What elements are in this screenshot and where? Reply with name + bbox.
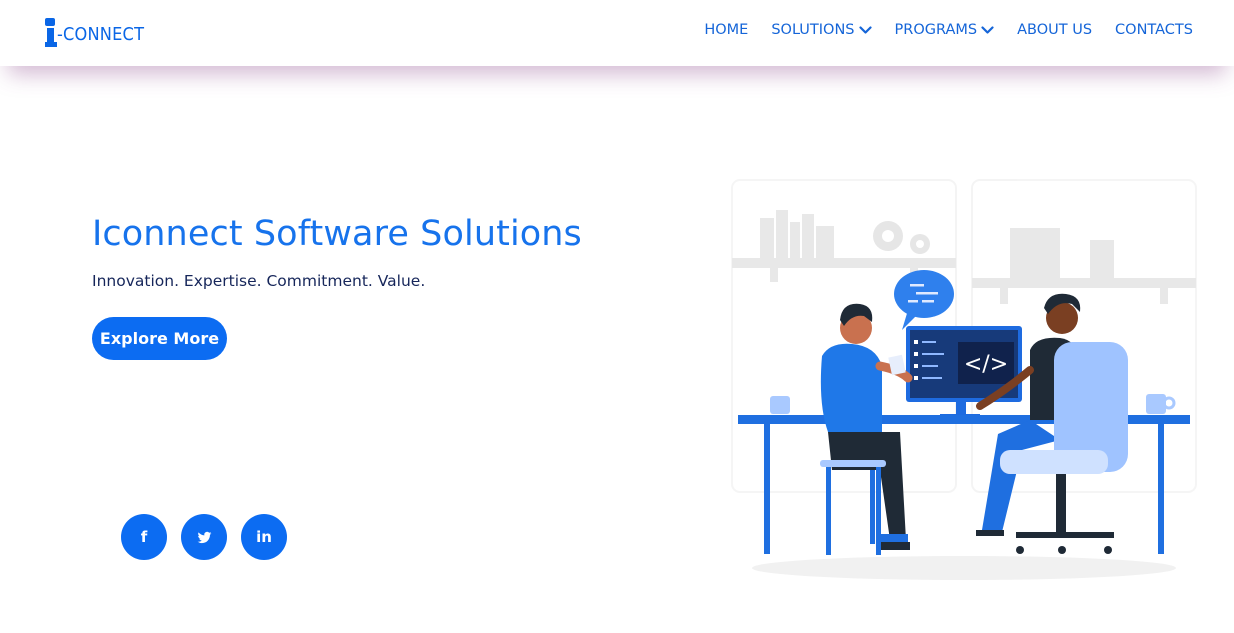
nav-solutions[interactable]: SOLUTIONS <box>771 22 872 38</box>
nav-home-label: HOME <box>704 22 749 38</box>
speech-bubble-icon <box>894 270 954 330</box>
nav-contacts-label: CONTACTS <box>1115 22 1193 38</box>
nav-home[interactable]: HOME <box>704 22 748 38</box>
shelf-right <box>972 228 1196 304</box>
twitter-icon <box>197 531 211 543</box>
gears-icon <box>873 221 930 254</box>
hero-tagline: Innovation. Expertise. Commitment. Value… <box>92 272 426 290</box>
nav-contacts[interactable]: CONTACTS <box>1115 22 1193 38</box>
nav-programs-label: PROGRAMS <box>894 22 978 38</box>
social-links: f in <box>121 514 287 560</box>
code-glyph: </> <box>964 352 1008 377</box>
twitter-button[interactable] <box>181 514 227 560</box>
navbar: -CONNECT HOME SOLUTIONS PROGRAMS ABOUT U… <box>0 0 1234 66</box>
nav-about-us-label: ABOUT US <box>1017 22 1093 38</box>
chevron-down-icon <box>858 25 872 34</box>
linkedin-button[interactable]: in <box>241 514 287 560</box>
facebook-icon: f <box>140 528 148 546</box>
team-coding-illustration: </> <box>731 179 1197 580</box>
nav-programs[interactable]: PROGRAMS <box>895 22 995 38</box>
brand-logo[interactable]: -CONNECT <box>45 14 144 48</box>
nav-solutions-label: SOLUTIONS <box>771 22 855 38</box>
person-left <box>820 303 913 555</box>
nav-about-us[interactable]: ABOUT US <box>1017 22 1092 38</box>
logo-i-mark <box>45 18 57 48</box>
facebook-button[interactable]: f <box>121 514 167 560</box>
linkedin-icon: in <box>256 528 272 546</box>
monitor: </> <box>906 326 1022 418</box>
explore-more-button[interactable]: Explore More <box>92 317 227 360</box>
logo-text: -CONNECT <box>57 24 145 45</box>
main-nav: HOME SOLUTIONS PROGRAMS ABOUT US CONTACT… <box>704 22 1193 38</box>
chevron-down-icon <box>981 25 994 34</box>
hero-title: Iconnect Software Solutions <box>92 214 582 254</box>
